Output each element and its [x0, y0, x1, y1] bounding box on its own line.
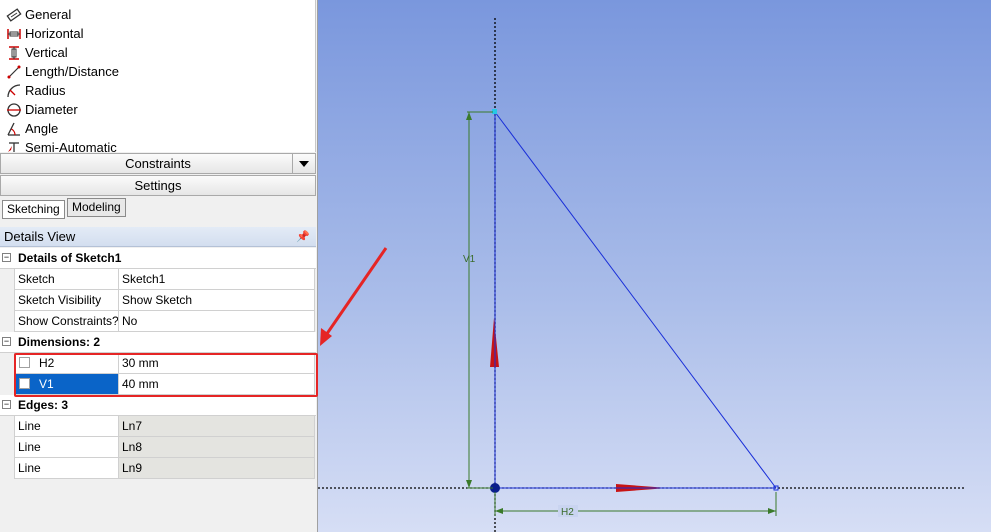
property-value: Ln9: [119, 458, 314, 478]
tool-label: General: [25, 7, 72, 22]
edge-row-ln9: Line Ln9: [14, 458, 315, 479]
constraints-group-bar[interactable]: Constraints: [0, 153, 316, 174]
section-label: Edges: 3: [18, 398, 69, 412]
sketch-canvas[interactable]: V1 H2: [318, 0, 991, 532]
settings-label: Settings: [134, 178, 182, 193]
section-label: Dimensions: 2: [18, 335, 101, 349]
length-distance-icon: [7, 65, 21, 78]
tab-label: Sketching: [7, 202, 60, 216]
property-name: Sketch Visibility: [15, 290, 119, 310]
property-value: Ln7: [119, 416, 314, 436]
property-name: Show Constraints?: [15, 311, 119, 331]
property-name: V1: [15, 374, 119, 394]
tool-vertical[interactable]: Vertical: [6, 43, 68, 62]
tab-modeling[interactable]: Modeling: [67, 198, 126, 217]
property-value[interactable]: Show Sketch: [119, 290, 314, 310]
dimension-row-v1: V1 40 mm: [14, 374, 315, 395]
tool-diameter[interactable]: Diameter: [6, 100, 78, 119]
detail-row-sketch: Sketch Sketch1: [14, 269, 315, 290]
collapse-toggle-icon[interactable]: −: [2, 400, 11, 409]
property-value[interactable]: No: [119, 311, 314, 331]
mode-tabs: Sketching Modeling: [0, 197, 316, 221]
dimension-row-h2: H2 30 mm: [14, 353, 315, 374]
edge-row-ln7: Line Ln7: [14, 416, 315, 437]
horizontal-dimension-icon: [7, 28, 21, 39]
dimension-arrowhead: [495, 508, 503, 514]
property-name: Line: [15, 458, 119, 478]
dimension-checkbox[interactable]: [19, 378, 30, 389]
h2-dimension-label[interactable]: H2: [561, 507, 574, 518]
settings-group-bar[interactable]: Settings: [0, 175, 316, 196]
tool-label: Semi-Automatic: [25, 140, 117, 152]
tab-label: Modeling: [72, 200, 121, 214]
tab-sketching[interactable]: Sketching: [2, 200, 65, 219]
tool-label: Radius: [25, 83, 66, 98]
detail-row-sketch-visibility: Sketch Visibility Show Sketch: [14, 290, 315, 311]
section-details-of-sketch: − Details of Sketch1: [0, 248, 316, 269]
tool-angle[interactable]: Angle: [6, 119, 58, 138]
tool-length-distance[interactable]: Length/Distance: [6, 62, 119, 81]
collapse-toggle-icon[interactable]: −: [2, 253, 11, 262]
diameter-icon: [7, 102, 21, 117]
property-name: H2: [15, 353, 119, 373]
graphics-viewport[interactable]: V1 H2: [318, 0, 991, 532]
left-panel: General Horizontal Vertical Length/Dista…: [0, 0, 318, 532]
property-value[interactable]: 30 mm: [119, 353, 314, 373]
property-value[interactable]: 40 mm: [119, 374, 314, 394]
tool-horizontal[interactable]: Horizontal: [6, 24, 84, 43]
tool-label: Length/Distance: [25, 64, 119, 79]
property-value[interactable]: Sketch1: [119, 269, 314, 289]
property-name: Line: [15, 416, 119, 436]
ansys-design-modeler: General Horizontal Vertical Length/Dista…: [0, 0, 991, 532]
dimension-arrowhead: [466, 480, 472, 488]
property-value: Ln8: [119, 437, 314, 457]
tool-radius[interactable]: Radius: [6, 81, 65, 100]
details-view-title: Details View: [4, 229, 76, 244]
pin-icon[interactable]: 📌: [296, 227, 310, 247]
tool-label: Diameter: [25, 102, 78, 117]
tool-label: Vertical: [25, 45, 68, 60]
constraints-label: Constraints: [125, 156, 191, 171]
radius-icon: [7, 83, 21, 97]
triangle-down-icon: [299, 160, 309, 167]
dropdown-arrow-button[interactable]: [292, 154, 315, 173]
dimension-checkbox[interactable]: [19, 357, 30, 368]
sketch-line-ln9[interactable]: [494, 111, 777, 489]
tool-label: Horizontal: [25, 26, 84, 41]
section-label: Details of Sketch1: [18, 251, 122, 265]
dimension-arrowhead: [768, 508, 776, 514]
vertical-dimension-icon: [9, 45, 19, 60]
property-name: Line: [15, 437, 119, 457]
semi-automatic-icon: [8, 141, 19, 152]
annotation-arrow-line: [322, 247, 388, 339]
tool-semi-automatic[interactable]: Semi-Automatic: [6, 138, 117, 152]
tool-label: Angle: [25, 121, 59, 136]
angle-icon: [7, 122, 20, 136]
detail-row-show-constraints: Show Constraints? No: [14, 311, 315, 332]
details-view-header: Details View 📌: [0, 227, 316, 247]
property-name: Sketch: [15, 269, 119, 289]
v1-dimension-label[interactable]: V1: [463, 254, 476, 265]
section-edges: − Edges: 3: [0, 395, 316, 416]
general-dimension-icon: [6, 7, 22, 22]
collapse-toggle-icon[interactable]: −: [2, 337, 11, 346]
section-dimensions: − Dimensions: 2: [0, 332, 316, 353]
edge-row-ln8: Line Ln8: [14, 437, 315, 458]
dimensions-toolbox: General Horizontal Vertical Length/Dista…: [0, 0, 316, 152]
tool-general[interactable]: General: [6, 5, 71, 24]
dimension-arrowhead: [466, 112, 472, 120]
